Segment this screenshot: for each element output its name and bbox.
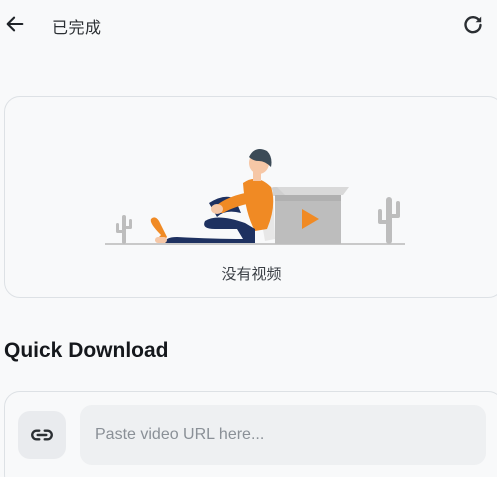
page-title: 已完成 — [52, 18, 102, 37]
downloads-completed-screen: 已完成 没有视频 Quick Download Paste video URL … — [0, 0, 497, 477]
refresh-icon — [464, 16, 482, 34]
quick-download-title: Quick Download — [4, 339, 169, 362]
refresh-button[interactable] — [459, 11, 487, 39]
empty-state-text: 没有视频 — [221, 265, 282, 283]
arrow-left-icon — [6, 16, 24, 32]
back-button[interactable] — [0, 9, 30, 39]
video-url-input[interactable] — [80, 405, 486, 465]
person-sitting-with-video-box-illustration — [105, 149, 405, 245]
app-bar: 已完成 — [0, 0, 497, 50]
paste-link-button[interactable] — [18, 411, 66, 459]
link-icon — [31, 429, 53, 441]
quick-download-card — [4, 391, 497, 477]
empty-state-card: 没有视频 — [4, 96, 497, 298]
